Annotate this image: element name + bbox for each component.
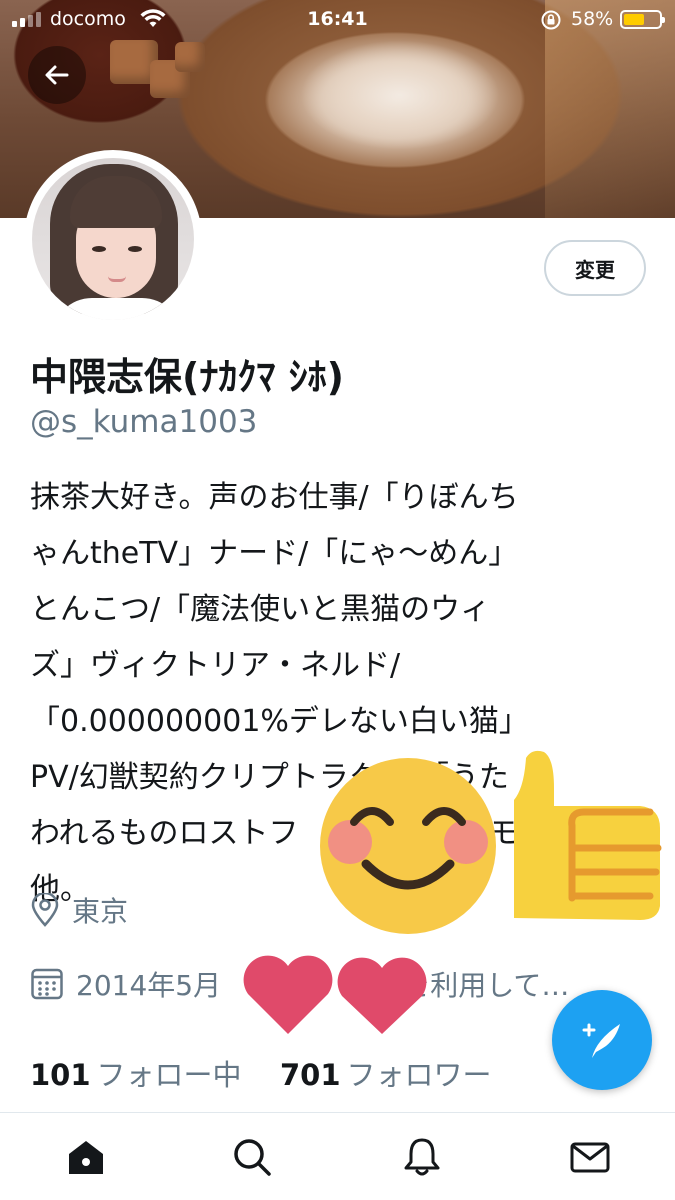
bio-line: とんこつ/「魔法使いと黒猫のウィ xyxy=(30,592,491,627)
heart-sticker-right xyxy=(337,957,427,1034)
following-link[interactable]: 101 フォロー中 xyxy=(30,1058,251,1092)
followers-link[interactable]: 701 フォロワー xyxy=(280,1058,492,1092)
search-icon xyxy=(234,1139,271,1176)
edit-profile-button[interactable]: 変更 xyxy=(544,240,646,296)
bio-line: 「0.000000001%デレない白い猫」 xyxy=(30,704,529,739)
messages-icon xyxy=(570,1142,610,1173)
followers-label: フォロワー xyxy=(346,1058,492,1092)
thumbs-up-emoji-sticker xyxy=(514,750,662,920)
bio-line: ゃんtheTV」ナード/「にゃ〜めん」 xyxy=(30,536,519,571)
followers-count: 701 xyxy=(280,1058,341,1092)
following-count: 101 xyxy=(30,1058,91,1092)
battery-fill xyxy=(624,14,644,25)
status-bar: docomo 16:41 58% xyxy=(0,0,675,40)
compose-tweet-icon xyxy=(582,1023,620,1058)
location-text: 東京 xyxy=(72,895,129,928)
calendar-icon xyxy=(31,968,63,1000)
tab-search[interactable] xyxy=(230,1135,274,1179)
home-icon xyxy=(69,1141,103,1174)
tab-home[interactable] xyxy=(64,1135,108,1179)
profile-handle: @s_kuma1003 xyxy=(30,404,258,440)
bio-line: ズ」ヴィクトリア・ネルド/ xyxy=(30,648,401,683)
back-button[interactable] xyxy=(28,46,86,104)
bio-line: 抹茶大好き。声のお仕事/「りぼんち xyxy=(30,480,519,515)
battery-percent: 58% xyxy=(571,8,614,30)
banner-sugar-cube xyxy=(175,42,205,72)
compose-tweet-button[interactable] xyxy=(552,990,652,1090)
avatar-photo xyxy=(32,158,194,320)
joined-text-start: 2014年5月 xyxy=(76,969,222,1002)
arrow-left-icon xyxy=(45,65,69,85)
heart-sticker-left xyxy=(243,955,333,1034)
profile-name: 中隈志保(ﾅｶｸﾏ ｼﾎ) xyxy=(30,355,344,399)
profile-location: 東京 xyxy=(30,890,128,930)
bottom-tab-bar xyxy=(0,1112,675,1200)
battery-icon xyxy=(620,10,665,29)
follow-stats: 101 フォロー中 701 フォロワー xyxy=(30,1052,492,1094)
profile-avatar[interactable] xyxy=(24,150,202,328)
rotation-lock-icon xyxy=(541,10,561,30)
tab-messages[interactable] xyxy=(568,1135,612,1179)
location-pin-icon xyxy=(31,893,59,927)
notifications-icon xyxy=(404,1138,440,1176)
tab-notifications[interactable] xyxy=(400,1135,444,1179)
smiling-face-emoji-sticker xyxy=(320,758,496,934)
following-label: フォロー中 xyxy=(96,1058,242,1092)
banner-latte-foam xyxy=(300,40,500,150)
